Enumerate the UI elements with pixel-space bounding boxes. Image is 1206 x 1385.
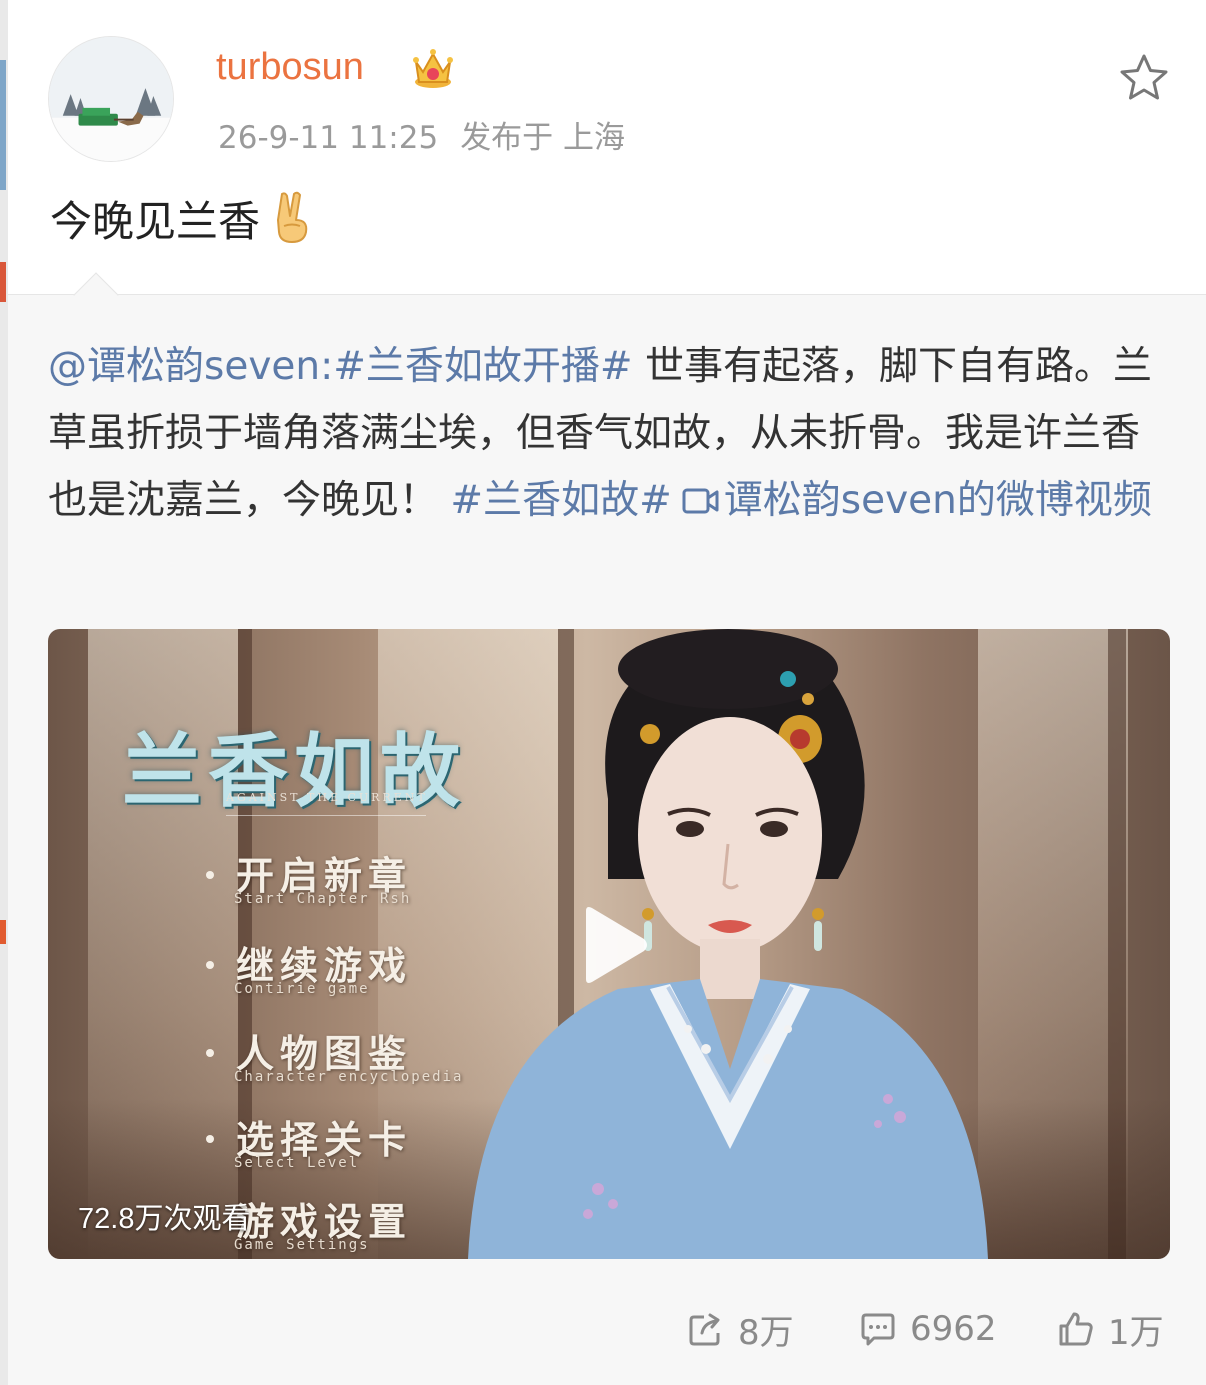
like-icon <box>1059 1312 1093 1346</box>
actress-figure <box>468 629 988 1259</box>
comment-count: 6962 <box>910 1309 997 1349</box>
post-text: 今晚见兰香 <box>50 190 314 254</box>
action-bar: 8万 6962 1万 <box>8 1303 1206 1355</box>
menu-item-en: Start Chapter Rsh <box>234 891 412 907</box>
menu-item: 人物图鉴 Character encyclopedia <box>206 1023 461 1085</box>
left-edge-strip <box>0 0 8 1385</box>
video-camera-icon <box>682 488 719 514</box>
repost-text: @谭松韵seven:#兰香如故开播# 世事有起落，脚下自有路。兰草虽折损于墙角落… <box>48 333 1168 534</box>
repost-notch <box>73 272 119 318</box>
edge-fragment <box>0 920 6 944</box>
menu-item: 选择关卡 Select Level <box>206 1109 412 1171</box>
repost-icon <box>689 1313 720 1346</box>
bullet-dot <box>206 1049 214 1057</box>
menu-item-en: Game Settings <box>234 1237 370 1253</box>
post-text-content: 今晚见兰香 <box>50 197 261 246</box>
crown-icon <box>413 49 453 88</box>
comment-icon <box>861 1313 895 1346</box>
edge-fragment <box>0 60 6 190</box>
bullet-dot <box>206 961 214 969</box>
menu-item-en: Contirie game <box>234 981 370 997</box>
title-divider <box>226 815 426 816</box>
weibo-post-card: turbosun 26-9-11 11:25 发布于 上海 今晚见兰香 @谭松韵s… <box>8 0 1206 1385</box>
post-timestamp: 26-9-11 11:25 <box>218 120 439 156</box>
edge-fragment <box>0 262 6 302</box>
menu-item-en: Character encyclopedia <box>234 1069 464 1085</box>
post-meta: 26-9-11 11:25 发布于 上海 <box>218 112 625 157</box>
play-icon[interactable] <box>578 905 650 985</box>
bullet-dot <box>206 871 214 879</box>
victory-hand-emoji <box>277 191 308 243</box>
like-count: 1万 <box>1108 1312 1164 1353</box>
comment-button[interactable]: 6962 <box>860 1303 997 1355</box>
menu-item: 开启新章 Start Chapter Rsh <box>206 845 412 907</box>
video-link[interactable]: 谭松韵seven的微博视频 <box>724 478 1152 523</box>
mention-link[interactable]: @谭松韵seven: <box>48 344 333 389</box>
video-player[interactable]: 兰香如故 AGAINST THE CURRENT 开启新章 Start Chapt… <box>48 629 1170 1259</box>
hashtag-link[interactable]: #兰香如故# <box>450 478 671 523</box>
hashtag-link[interactable]: #兰香如故开播# <box>333 344 632 389</box>
username[interactable]: turbosun <box>216 46 364 89</box>
repost-button[interactable]: 8万 <box>688 1303 794 1355</box>
bullet-dot <box>206 1135 214 1143</box>
menu-item: 继续游戏 Contirie game <box>206 935 412 997</box>
star-icon[interactable] <box>1118 52 1170 104</box>
view-count: 72.8万次观看 <box>78 1203 251 1235</box>
game-subtitle: AGAINST THE CURRENT <box>226 791 428 804</box>
post-location: 发布于 上海 <box>460 120 626 156</box>
repost-count: 8万 <box>738 1312 794 1353</box>
avatar[interactable] <box>48 36 174 162</box>
like-button[interactable]: 1万 <box>1058 1303 1164 1355</box>
game-title: 兰香如故 <box>122 724 466 818</box>
menu-item-en: Select Level <box>234 1155 360 1171</box>
repost-block: @谭松韵seven:#兰香如故开播# 世事有起落，脚下自有路。兰草虽折损于墙角落… <box>8 272 1206 1385</box>
